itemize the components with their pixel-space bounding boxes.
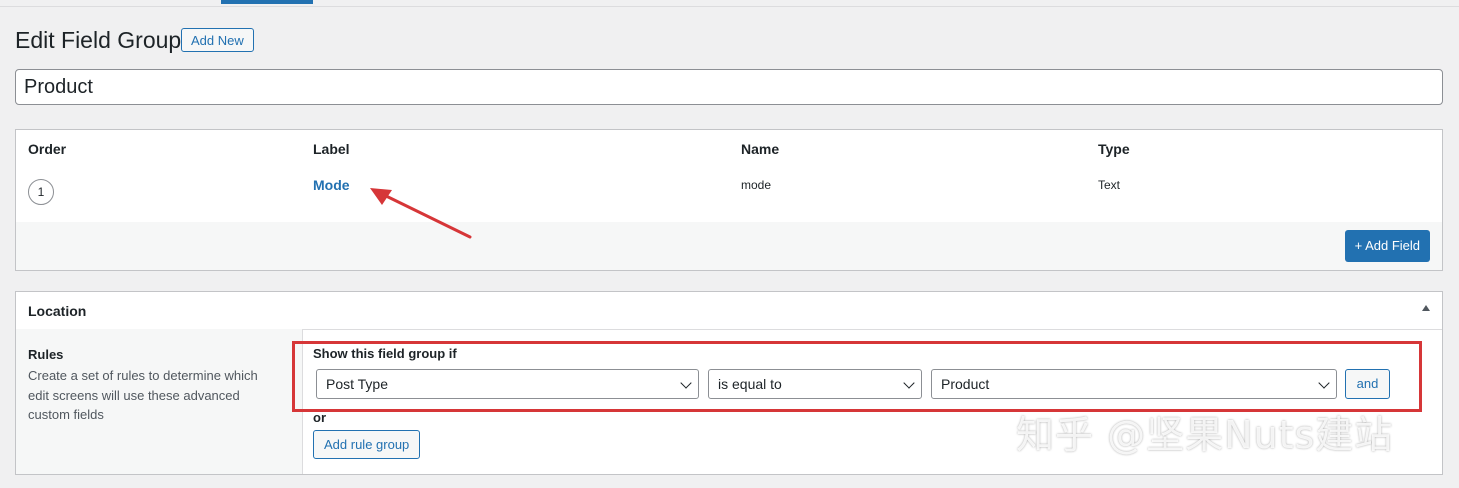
collapse-toggle-icon[interactable] [1422, 305, 1430, 311]
header-name: Name [741, 141, 780, 157]
field-name: mode [741, 178, 772, 192]
add-new-button[interactable]: Add New [181, 28, 254, 52]
add-field-button[interactable]: + Add Field [1344, 230, 1430, 262]
field-group-title-input[interactable] [15, 69, 1443, 105]
annotation-arrow-icon [370, 188, 472, 239]
or-label: or [313, 410, 326, 425]
active-tab-indicator [221, 0, 313, 4]
admin-top-strip [0, 0, 1459, 7]
fields-table-footer: + Add Field [16, 222, 1442, 270]
field-label-link[interactable]: Mode [313, 177, 350, 193]
rules-description: Create a set of rules to determine which… [28, 368, 258, 422]
page-title: Edit Field Group [15, 27, 182, 53]
table-row[interactable]: 1 Mode mode Text [16, 167, 1442, 223]
highlight-box [292, 341, 1422, 412]
field-type: Text [1098, 178, 1121, 192]
header-type: Type [1098, 141, 1130, 157]
location-header[interactable]: Location [16, 292, 1442, 330]
header-order: Order [28, 141, 67, 157]
header-label: Label [313, 141, 350, 157]
fields-table-header: Order Label Name Type [16, 130, 1442, 168]
field-order-handle[interactable]: 1 [28, 179, 54, 205]
watermark: 知乎 @坚果Nuts建站 [1016, 413, 1394, 457]
fields-table: Order Label Name Type 1 Mode mode Text +… [15, 129, 1443, 271]
rules-title: Rules [28, 347, 64, 362]
add-rule-group-button[interactable]: Add rule group [313, 430, 421, 459]
location-title: Location [28, 303, 87, 319]
rules-sidebar: Rules Create a set of rules to determine… [16, 329, 303, 474]
